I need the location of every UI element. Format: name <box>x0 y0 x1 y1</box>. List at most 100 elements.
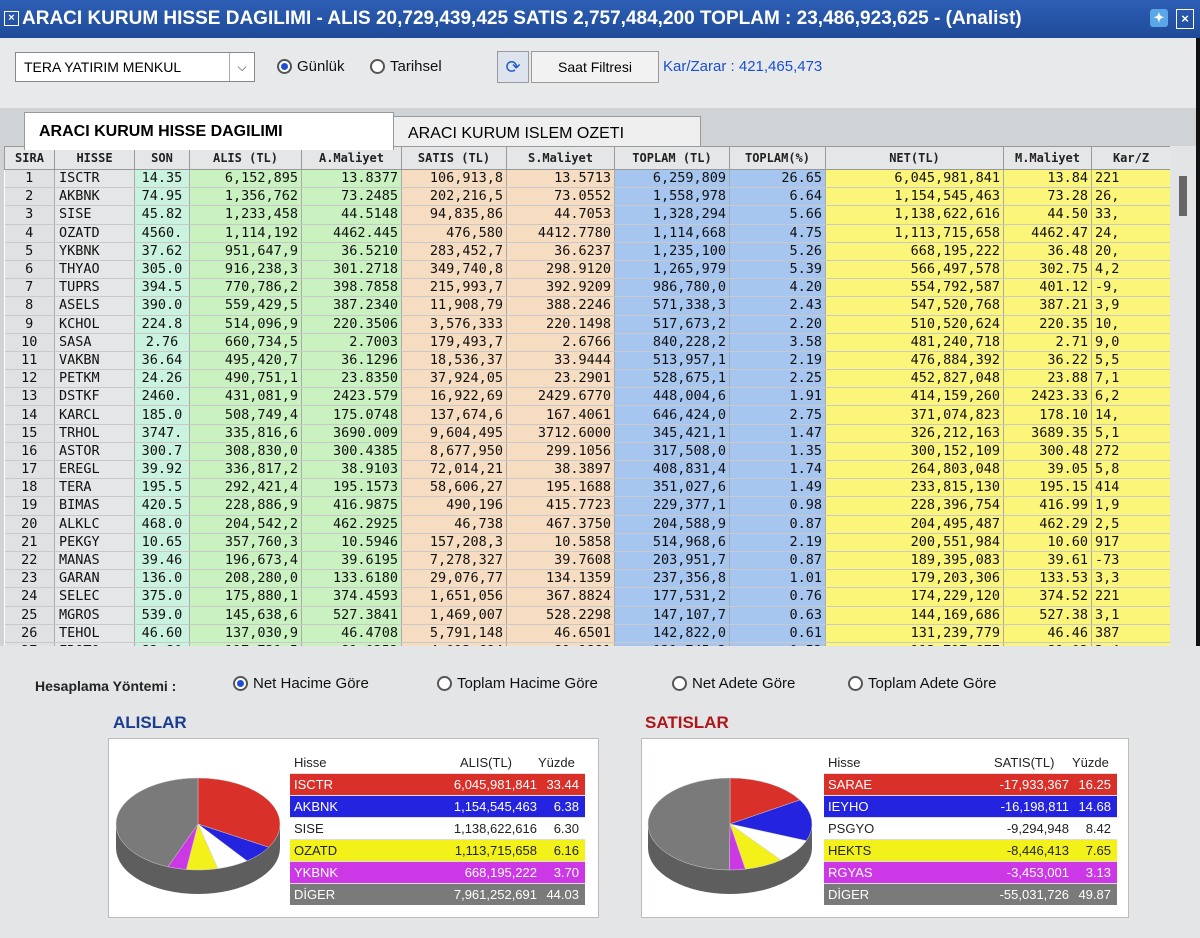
close-icon[interactable]: × <box>1176 9 1194 29</box>
table-cell: 374.52 <box>1003 587 1092 607</box>
legend-row[interactable]: IEYHO -16,198,811 14.68 <box>824 795 1117 817</box>
legend-row[interactable]: SARAE -17,933,367 16.25 <box>824 773 1117 795</box>
radio-toplam-adet-dot[interactable] <box>848 676 863 691</box>
table-cell: 16 <box>4 442 55 462</box>
table-cell: 36.6237 <box>506 242 615 261</box>
table-cell: 6,2 <box>1091 387 1170 407</box>
table-cell: 5.26 <box>729 242 826 261</box>
table-cell: 388.2246 <box>506 296 615 316</box>
table-cell: 208,280,0 <box>189 569 302 589</box>
table-cell: 137,030,9 <box>189 624 302 643</box>
radio-toplam-hacim-label: Toplam Hacime Göre <box>457 675 598 692</box>
table-cell: 2423.33 <box>1003 387 1092 407</box>
radio-daily-dot[interactable] <box>277 59 292 74</box>
radio-net-adet-dot[interactable] <box>672 676 687 691</box>
table-cell: 1.49 <box>729 478 826 498</box>
legend-row[interactable]: DİGER -55,031,726 49.87 <box>824 883 1117 905</box>
table-row[interactable]: 1 ISCTR 14.35 6,152,895 13.8377 106,913,8 13.5… <box>4 169 1170 189</box>
table-cell: ISCTR <box>54 169 135 189</box>
table-row[interactable]: 10 SASA 2.76 660,734,5 2.7003 179,493,7 2.6766… <box>4 333 1170 352</box>
system-menu-icon[interactable]: × <box>4 11 19 26</box>
table-cell: 196,673,4 <box>189 551 302 571</box>
legend-row[interactable]: HEKTS -8,446,413 7.65 <box>824 839 1117 861</box>
legend-value: 1,138,622,616 <box>453 821 537 836</box>
table-row[interactable]: 21 PEKGY 10.65 357,760,3 10.5946 157,208,3 10.… <box>4 533 1170 552</box>
bottom-panel: Hesaplama Yöntemi : Net Hacime Göre Topl… <box>0 646 1200 938</box>
legend-row[interactable]: YKBNK 668,195,222 3.70 <box>290 861 585 883</box>
legend-row[interactable]: OZATD 1,113,715,658 6.16 <box>290 839 585 861</box>
legend-row[interactable]: AKBNK 1,154,545,463 6.38 <box>290 795 585 817</box>
scrollbar-thumb[interactable] <box>1179 176 1187 216</box>
table-cell: 1 <box>4 169 55 189</box>
radio-net-hacim-dot[interactable] <box>233 676 248 691</box>
table-row[interactable]: 3 SISE 45.82 1,233,458 44.5148 94,835,86 44.70… <box>4 205 1170 225</box>
table-row[interactable]: 18 TERA 195.5 292,421,4 195.1573 58,606,27 195… <box>4 478 1170 498</box>
table-row[interactable]: 23 GARAN 136.0 208,280,0 133.6180 29,076,77 13… <box>4 569 1170 589</box>
radio-toplam-hacim[interactable]: Toplam Hacime Göre <box>437 675 598 692</box>
table-cell: 414 <box>1091 478 1170 498</box>
radio-historical[interactable]: Tarihsel <box>370 58 442 75</box>
table-cell: 33, <box>1091 205 1170 225</box>
grid-header-cell[interactable]: S.Maliyet <box>506 146 615 170</box>
table-cell: 326,212,163 <box>825 424 1004 443</box>
grid-scrollbar[interactable] <box>1170 146 1196 646</box>
alislar-pie-chart <box>115 777 281 894</box>
saat-filtresi-button[interactable]: Saat Filtresi <box>531 51 659 83</box>
grid-header-cell[interactable]: SATIS (TL) <box>401 146 507 170</box>
table-row[interactable]: 11 VAKBN 36.64 495,420,7 36.1296 18,536,37 33.… <box>4 351 1170 371</box>
table-cell: 349,740,8 <box>401 260 507 280</box>
grid-header-cell[interactable]: TOPLAM(%) <box>729 146 826 170</box>
chevron-down-icon[interactable]: ⌵ <box>229 53 254 81</box>
table-row[interactable]: 15 TRHOL 3747. 335,816,6 3690.009 9,604,495 37… <box>4 424 1170 443</box>
table-row[interactable]: 26 TEHOL 46.60 137,030,9 46.4708 5,791,148 46.… <box>4 624 1170 643</box>
table-cell: 13.84 <box>1003 169 1092 189</box>
grid-header-cell[interactable]: NET(TL) <box>825 146 1004 170</box>
table-row[interactable]: 24 SELEC 375.0 175,880,1 374.4593 1,651,056 36… <box>4 587 1170 607</box>
legend-row[interactable]: SISE 1,138,622,616 6.30 <box>290 817 585 839</box>
table-cell: 157,208,3 <box>401 533 507 552</box>
radio-historical-dot[interactable] <box>370 59 385 74</box>
radio-toplam-hacim-dot[interactable] <box>437 676 452 691</box>
table-row[interactable]: 12 PETKM 24.26 490,751,1 23.8350 37,924,05 23.… <box>4 369 1170 389</box>
table-row[interactable]: 20 ALKLC 468.0 204,542,2 462.2925 46,738 467.3… <box>4 515 1170 534</box>
grid-header-cell[interactable]: TOPLAM (TL) <box>614 146 730 170</box>
table-row[interactable]: 16 ASTOR 300.7 308,830,0 300.4385 8,677,950 29… <box>4 442 1170 462</box>
twitter-icon[interactable]: ✦ <box>1150 9 1168 27</box>
table-cell: 16,922,69 <box>401 387 507 407</box>
radio-net-adet[interactable]: Net Adete Göre <box>672 675 795 692</box>
table-row[interactable]: 13 DSTKF 2460. 431,081,9 2423.579 16,922,69 24… <box>4 387 1170 407</box>
table-row[interactable]: 17 EREGL 39.92 336,817,2 38.9103 72,014,21 38.… <box>4 460 1170 480</box>
table-row[interactable]: 4 OZATD 4560. 1,114,192 4462.445 476,580 4412.… <box>4 224 1170 243</box>
legend-row[interactable]: ISCTR 6,045,981,841 33.44 <box>290 773 585 795</box>
grid-header-cell[interactable]: M.Maliyet <box>1003 146 1092 170</box>
table-row[interactable]: 9 KCHOL 224.8 514,096,9 220.3506 3,576,333 220… <box>4 315 1170 334</box>
radio-daily[interactable]: Günlük <box>277 58 345 75</box>
legend-row[interactable]: PSGYO -9,294,948 8.42 <box>824 817 1117 839</box>
table-row[interactable]: 2 AKBNK 74.95 1,356,762 73.2485 202,216,5 73.0… <box>4 187 1170 207</box>
table-cell: 8,677,950 <box>401 442 507 462</box>
refresh-button[interactable]: ⟳ <box>497 51 529 83</box>
table-row[interactable]: 25 MGROS 539.0 145,638,6 527.3841 1,469,007 52… <box>4 606 1170 625</box>
legend-row[interactable]: RGYAS -3,453,001 3.13 <box>824 861 1117 883</box>
table-cell: 335,816,6 <box>189 424 302 443</box>
table-cell: 0.63 <box>729 606 826 625</box>
table-row[interactable]: 22 MANAS 39.46 196,673,4 39.6195 7,278,327 39.… <box>4 551 1170 571</box>
grid-header-cell[interactable]: Kar/Z <box>1091 146 1170 170</box>
table-cell: 20, <box>1091 242 1170 261</box>
table-row[interactable]: 5 YKBNK 37.62 951,647,9 36.5210 283,452,7 36.6… <box>4 242 1170 261</box>
table-cell: TERA <box>54 478 135 498</box>
table-row[interactable]: 6 THYAO 305.0 916,238,3 301.2718 349,740,8 298… <box>4 260 1170 280</box>
table-row[interactable]: 14 KARCL 185.0 508,749,4 175.0748 137,674,6 16… <box>4 405 1170 425</box>
table-row[interactable]: 7 TUPRS 394.5 770,786,2 398.7858 215,993,7 392… <box>4 278 1170 298</box>
legend-row[interactable]: DİGER 7,961,252,691 44.03 <box>290 883 585 905</box>
legend-value: -55,031,726 <box>999 887 1069 902</box>
table-cell: 1.35 <box>729 442 826 462</box>
tab-islem-ozeti[interactable]: ARACI KURUM ISLEM OZETI <box>393 116 701 150</box>
tab-hisse-dagilimi[interactable]: ARACI KURUM HISSE DAGILIMI <box>24 112 394 150</box>
radio-toplam-adet[interactable]: Toplam Adete Göre <box>848 675 996 692</box>
table-row[interactable]: 19 BIMAS 420.5 228,886,9 416.9875 490,196 415.… <box>4 496 1170 516</box>
broker-select[interactable]: TERA YATIRIM MENKUL ⌵ <box>15 52 255 82</box>
radio-net-hacim[interactable]: Net Hacime Göre <box>233 675 369 692</box>
table-row[interactable]: 8 ASELS 390.0 559,429,5 387.2340 11,908,79 388… <box>4 296 1170 316</box>
table-cell: 10.5858 <box>506 533 615 552</box>
